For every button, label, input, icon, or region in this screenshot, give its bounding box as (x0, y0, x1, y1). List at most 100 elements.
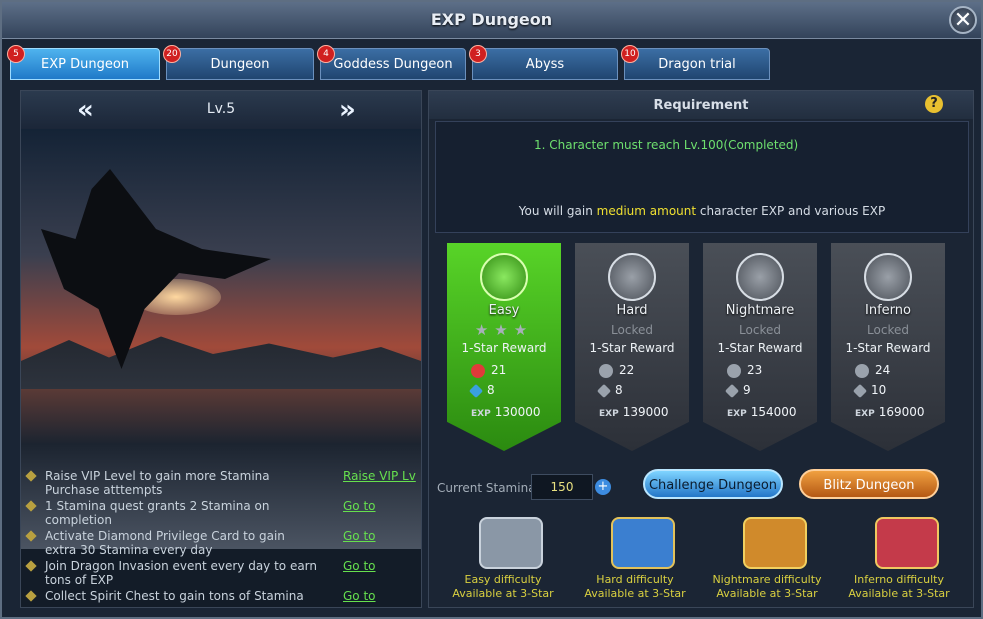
chest-easy[interactable]: Easy difficulty Available at 3-Star (441, 509, 565, 607)
reward-value: 23 (747, 363, 763, 377)
challenge-dungeon-button[interactable]: Challenge Dungeon (643, 469, 783, 499)
chest-hard[interactable]: Hard difficulty Available at 3-Star (573, 509, 697, 607)
requirement-box: 1. Character must reach Lv.100(Completed… (435, 121, 969, 233)
requirement-title: Requirement (653, 98, 749, 113)
raise-vip-link[interactable]: Raise VIP Lv (343, 469, 416, 483)
exp-value: 139000 (622, 405, 669, 419)
go-to-link[interactable]: Go to (343, 559, 376, 573)
tip-item: Join Dragon Invasion event every day to … (25, 559, 318, 587)
exp-orb-icon (599, 363, 613, 378)
reward-row: 8 (596, 383, 623, 398)
level-selector: « Lv.5 » (21, 91, 421, 130)
difficulty-card-easy[interactable]: Easy ★★★ 1-Star Reward 21 8 EXP 130000 (447, 243, 561, 451)
treasure-chest-icon (875, 517, 939, 569)
difficulty-card-inferno[interactable]: Inferno Locked 1-Star Reward 24 10 EXP 16… (831, 243, 945, 451)
dungeon-detail-panel: Requirement ? 1. Character must reach Lv… (428, 90, 974, 608)
chest-label: Nightmare difficulty Available at 3-Star (705, 573, 829, 601)
reward-label: 1-Star Reward (461, 341, 547, 355)
reward-label: 1-Star Reward (845, 341, 931, 355)
helmet-icon (864, 253, 912, 301)
reward-value: 24 (875, 363, 891, 377)
reward-row: EXP 139000 (599, 405, 669, 419)
tip-item: Activate Diamond Privilege Card to gain … (25, 529, 317, 557)
blitz-dungeon-button[interactable]: Blitz Dungeon (799, 469, 939, 499)
exp-icon: EXP (599, 409, 619, 419)
tab-label: Dungeon (210, 57, 270, 72)
locked-label: Locked (739, 323, 781, 337)
difficulty-name: Inferno (865, 303, 911, 318)
chest-line2: Available at 3-Star (452, 587, 554, 600)
locked-label: Locked (867, 323, 909, 337)
reward-value: 21 (491, 363, 507, 377)
reward-row: 8 (468, 383, 495, 398)
chest-inferno[interactable]: Inferno difficulty Available at 3-Star (837, 509, 961, 607)
tab-label: Goddess Dungeon (333, 57, 453, 72)
feather-icon (468, 383, 484, 398)
gain-text: You will gain medium amount character EX… (436, 204, 968, 218)
locked-label: Locked (611, 323, 653, 337)
level-label: Lv.5 (206, 101, 236, 117)
reward-row: 21 (471, 363, 506, 378)
chest-label: Easy difficulty Available at 3-Star (441, 573, 565, 601)
reward-row: 22 (599, 363, 634, 378)
chest-line1: Inferno difficulty (854, 573, 944, 586)
exp-orb-icon (727, 363, 741, 378)
requirement-line: 1. Character must reach Lv.100(Completed… (534, 138, 799, 152)
chest-line2: Available at 3-Star (716, 587, 818, 600)
help-icon[interactable]: ? (925, 95, 943, 113)
mountains (21, 336, 421, 389)
dungeon-preview-panel: « Lv.5 » Raise VIP Level to gain more St… (20, 90, 422, 608)
chest-nightmare[interactable]: Nightmare difficulty Available at 3-Star (705, 509, 829, 607)
chest-label: Hard difficulty Available at 3-Star (573, 573, 697, 601)
exp-icon: EXP (727, 409, 747, 419)
tab-dungeon[interactable]: 20 Dungeon (163, 45, 314, 80)
treasure-chest-icon (479, 517, 543, 569)
reward-value: 8 (615, 383, 623, 397)
exp-value: 130000 (494, 405, 541, 419)
add-stamina-button[interactable]: + (595, 479, 611, 495)
tab-label: EXP Dungeon (40, 57, 130, 72)
chest-line1: Easy difficulty (464, 573, 542, 586)
title-bar: EXP Dungeon ✕ (2, 2, 981, 39)
exp-orb-icon (471, 363, 485, 378)
chest-line1: Hard difficulty (596, 573, 674, 586)
helmet-icon (736, 253, 784, 301)
reward-row: 23 (727, 363, 762, 378)
exp-value: 169000 (878, 405, 925, 419)
exp-dungeon-window: EXP Dungeon ✕ 5 EXP Dungeon 20 Dungeon 4… (0, 0, 983, 619)
chest-line2: Available at 3-Star (584, 587, 686, 600)
go-to-link[interactable]: Go to (343, 499, 376, 513)
go-to-link[interactable]: Go to (343, 589, 376, 603)
next-level-arrow-icon[interactable]: » (339, 95, 356, 125)
chest-line2: Available at 3-Star (848, 587, 950, 600)
gain-highlight: medium amount (596, 204, 697, 218)
go-to-link[interactable]: Go to (343, 529, 376, 543)
window-title: EXP Dungeon (430, 10, 553, 29)
exp-icon: EXP (855, 409, 875, 419)
tab-goddess-dungeon[interactable]: 4 Goddess Dungeon (317, 45, 466, 80)
tab-badge: 5 (7, 45, 25, 63)
star-rating: ★★★ (474, 321, 534, 339)
reward-row: EXP 154000 (727, 405, 797, 419)
gain-prefix: You will gain (518, 204, 597, 218)
gain-suffix: character EXP and various EXP (696, 204, 886, 218)
tip-text: Collect Spirit Chest to gain tons of Sta… (45, 589, 304, 603)
close-icon[interactable]: ✕ (949, 6, 977, 34)
tab-abyss[interactable]: 3 Abyss (469, 45, 618, 80)
tip-text: Activate Diamond Privilege Card to gain … (45, 529, 285, 557)
requirement-header: Requirement ? (429, 91, 973, 119)
reward-row: EXP 169000 (855, 405, 925, 419)
difficulty-card-hard[interactable]: Hard Locked 1-Star Reward 22 8 EXP 139000 (575, 243, 689, 451)
difficulty-name: Hard (616, 303, 648, 318)
tip-text: 1 Stamina quest grants 2 Stamina on comp… (45, 499, 270, 527)
tab-badge: 10 (621, 45, 639, 63)
treasure-chest-icon (611, 517, 675, 569)
exp-value: 154000 (750, 405, 797, 419)
tab-label: Dragon trial (658, 57, 736, 72)
difficulty-card-nightmare[interactable]: Nightmare Locked 1-Star Reward 23 9 EXP 1… (703, 243, 817, 451)
tip-text: Join Dragon Invasion event every day to … (45, 559, 318, 587)
tip-item: Collect Spirit Chest to gain tons of Sta… (25, 589, 317, 603)
tab-exp-dungeon[interactable]: 5 EXP Dungeon (7, 45, 160, 80)
treasure-chest-icon (743, 517, 807, 569)
tab-dragon-trial[interactable]: 10 Dragon trial (621, 45, 770, 80)
